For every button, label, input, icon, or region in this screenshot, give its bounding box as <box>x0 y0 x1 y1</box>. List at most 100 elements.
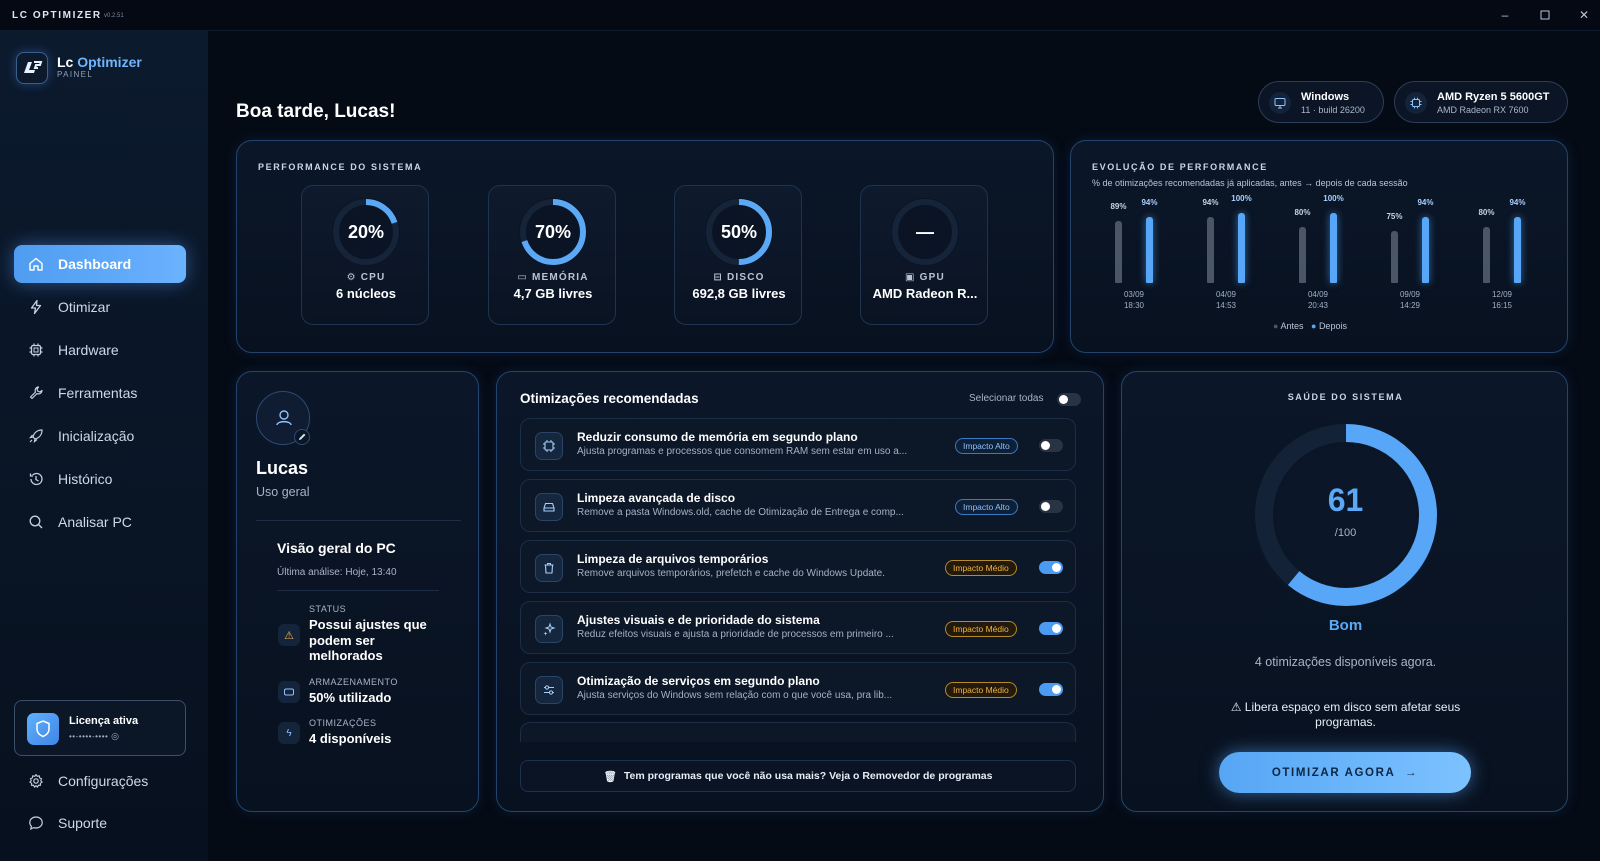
nav-item-otimizar[interactable]: Otimizar <box>14 288 186 326</box>
impact-badge: Impacto Médio <box>945 621 1017 637</box>
health-grade: Bom <box>1328 617 1363 634</box>
nav-item-hardware[interactable]: Hardware <box>14 331 186 369</box>
last-analysis: Última análise: Hoje, 13:40 <box>277 567 397 578</box>
cpu-gauge: 20% ⚙ CPU 6 núcleos <box>301 185 429 325</box>
nav-label: Configurações <box>58 773 149 789</box>
pencil-icon[interactable] <box>294 429 310 445</box>
optimizations-label: OTIMIZAÇÕES <box>309 718 377 728</box>
memory-sub: 4,7 GB livres <box>513 286 593 301</box>
memory-icon: ▭ <box>517 272 528 283</box>
lightning-icon: ϟ <box>278 722 300 744</box>
list-item[interactable]: Ajustes visuais e de prioridade do siste… <box>520 601 1076 654</box>
divider <box>277 590 439 591</box>
bar-depois <box>1146 217 1153 283</box>
toggle-knob <box>1041 502 1050 511</box>
uninstaller-link[interactable]: 🗑 Tem programas que você não usa mais? Ve… <box>520 760 1076 792</box>
disk-icon <box>535 493 563 521</box>
window-title: LC OPTIMIZER <box>12 10 102 21</box>
list-item[interactable]: Reduzir consumo de memória em segundo pl… <box>520 418 1076 471</box>
app-logo <box>16 52 48 84</box>
disk-label-text: DISCO <box>726 272 765 283</box>
impact-badge: Impacto Alto <box>955 438 1018 454</box>
item-toggle[interactable] <box>1039 683 1063 696</box>
legend-dot-depois: ● <box>1310 321 1317 331</box>
toggle-knob <box>1052 685 1061 694</box>
nav-label: Otimizar <box>58 299 111 315</box>
license-card[interactable]: Licença ativa ••-••••-•••• ◎ <box>14 700 186 756</box>
close-icon[interactable]: ✕ <box>1574 6 1594 24</box>
optimize-now-label: OTIMIZAR AGORA <box>1271 766 1396 779</box>
bar-depois <box>1422 217 1429 283</box>
maximize-icon[interactable] <box>1535 6 1555 24</box>
bar-antes <box>1115 220 1122 283</box>
item-title: Reduzir consumo de memória em segundo pl… <box>577 430 858 444</box>
cpu-label-text: CPU <box>360 272 386 283</box>
bar-depois <box>1330 213 1337 283</box>
cpu-value: 20% <box>347 222 385 242</box>
health-max: /100 <box>1334 527 1357 539</box>
trash-icon <box>535 554 563 582</box>
item-toggle[interactable] <box>1039 439 1063 452</box>
bar-depois <box>1238 213 1245 283</box>
storage-value: 50% utilizado <box>309 690 392 705</box>
item-desc: Ajusta programas e processos que consome… <box>577 446 908 457</box>
nav-item-historico[interactable]: Histórico <box>14 460 186 498</box>
select-all-toggle[interactable] <box>1057 393 1081 406</box>
bar-value-label: 94% <box>1509 198 1526 208</box>
bar-value-label: 89% <box>1110 201 1127 211</box>
bar-depois <box>1514 217 1521 283</box>
memory-value: 70% <box>534 222 572 242</box>
performance-title: PERFORMANCE DO SISTEMA <box>258 162 423 172</box>
x-tick-label: 04/09 20:43 <box>1307 290 1329 310</box>
item-desc: Remove a pasta Windows.old, cache de Oti… <box>577 507 904 518</box>
memory-label: ▭ MEMÓRIA <box>489 272 617 283</box>
wrench-icon <box>28 385 44 401</box>
license-key-text: ••-••••-•••• <box>69 732 109 741</box>
gpu-sub: AMD Radeon R... <box>872 286 978 301</box>
status-value: Possui ajustes que podem ser melhorados <box>309 617 427 663</box>
license-title: Licença ativa <box>69 715 139 727</box>
history-icon <box>28 471 44 487</box>
minimize-icon[interactable]: – <box>1495 6 1515 24</box>
nav-item-analisar-pc[interactable]: Analisar PC <box>14 503 186 541</box>
list-item[interactable]: Limpeza de arquivos temporários Remove a… <box>520 540 1076 593</box>
evolution-card: EVOLUÇÃO DE PERFORMANCE % de otimizações… <box>1070 140 1568 353</box>
optimizations-value: 4 disponíveis <box>309 731 392 746</box>
os-name: Windows <box>1301 91 1350 103</box>
legend-antes: Antes <box>1280 321 1304 331</box>
x-tick-label: 04/09 14:53 <box>1215 290 1237 310</box>
bar-value-label: 94% <box>1141 198 1158 208</box>
eye-icon[interactable]: ◎ <box>111 731 119 741</box>
nav-item-inicializacao[interactable]: Inicialização <box>14 417 186 455</box>
gpu-label-text: GPU <box>919 272 945 283</box>
item-toggle[interactable] <box>1039 622 1063 635</box>
bar-value-label: 75% <box>1386 211 1403 221</box>
item-title: Limpeza avançada de disco <box>577 491 736 505</box>
nav-label: Analisar PC <box>58 514 132 530</box>
item-toggle[interactable] <box>1039 500 1063 513</box>
list-item[interactable]: Limpeza avançada de disco Remove a pasta… <box>520 479 1076 532</box>
impact-badge: Impacto Médio <box>945 560 1017 576</box>
greeting: Boa tarde, Lucas! <box>236 101 396 122</box>
x-tick-label: 12/09 16:15 <box>1491 290 1513 310</box>
optimize-now-button[interactable]: OTIMIZAR AGORA → <box>1219 752 1471 793</box>
brand-name: Lc Optimizer <box>57 54 142 70</box>
nav-label: Inicialização <box>58 428 135 444</box>
select-all-label: Selecionar todas <box>969 393 1044 404</box>
chat-icon <box>28 815 44 831</box>
shield-icon <box>27 713 59 745</box>
nav-item-suporte[interactable]: Suporte <box>14 804 186 842</box>
chip-icon: ⚙ <box>346 272 357 283</box>
nav-item-ferramentas[interactable]: Ferramentas <box>14 374 186 412</box>
bar-value-label: 80% <box>1478 208 1495 217</box>
legend-depois: Depois <box>1318 321 1347 331</box>
bar-antes <box>1207 217 1214 283</box>
chart-legend: ● Antes ● Depois <box>1273 321 1347 331</box>
nav-item-dashboard[interactable]: Dashboard <box>14 245 186 283</box>
nav-item-configuracoes[interactable]: Configurações <box>14 762 186 800</box>
cpu-label: ⚙ CPU <box>302 272 430 283</box>
item-toggle[interactable] <box>1039 561 1063 574</box>
license-key: ••-••••-•••• ◎ <box>69 731 119 742</box>
nav-label: Dashboard <box>58 256 132 272</box>
list-item[interactable]: Otimização de serviços em segundo plano … <box>520 662 1076 715</box>
